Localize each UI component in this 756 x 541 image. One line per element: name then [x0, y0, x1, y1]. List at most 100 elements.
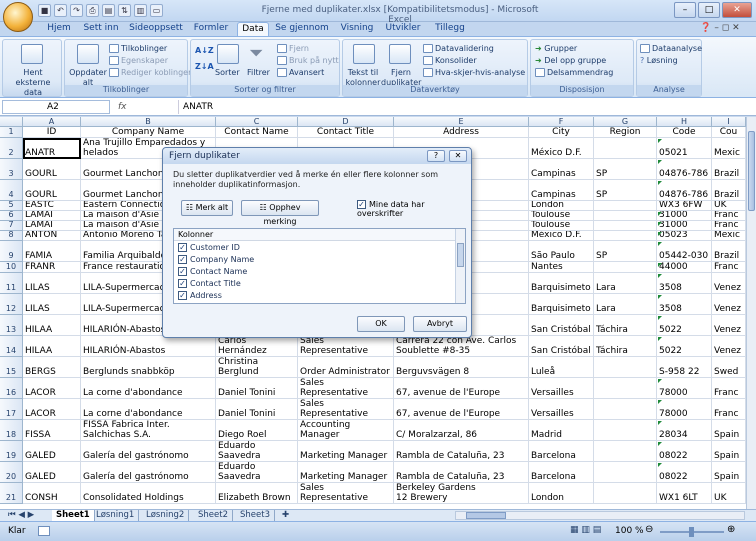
table-cell[interactable]: Barcelona	[529, 441, 594, 462]
table-cell[interactable]: Barquisimeto	[529, 294, 594, 315]
table-cell[interactable]: SP	[594, 241, 657, 262]
list-scrollbar[interactable]	[455, 229, 465, 303]
tab-formler[interactable]: Formler	[190, 22, 232, 36]
row-header[interactable]: 12	[0, 294, 23, 315]
table-cell[interactable]: Sales Representative	[298, 483, 394, 504]
row-header[interactable]: 2	[0, 138, 23, 159]
row-header[interactable]: 20	[0, 462, 23, 483]
header-cell[interactable]: Postal Code	[657, 127, 712, 138]
sheet-nav-icon[interactable]: ⏮ ◀ ▶ ⏭	[4, 510, 48, 530]
table-cell[interactable]: Madrid	[529, 420, 594, 441]
table-cell[interactable]: 3508	[657, 273, 712, 294]
row-header[interactable]: 13	[0, 315, 23, 336]
close-button[interactable]: ✕	[722, 2, 752, 18]
table-cell[interactable]: Marketing Manager	[298, 441, 394, 462]
table-cell[interactable]: Daniel Tonini	[216, 378, 298, 399]
header-cell[interactable]: Contact Name	[216, 127, 298, 138]
table-cell[interactable]: Franc	[712, 221, 746, 231]
table-cell[interactable]: BERGS	[23, 357, 81, 378]
clear-button[interactable]: Fjern	[277, 44, 309, 54]
table-cell[interactable]: UK	[712, 201, 746, 211]
table-cell[interactable]: GALED	[23, 441, 81, 462]
subtotal-button[interactable]: Delsammendrag	[535, 68, 613, 78]
new-sheet-icon[interactable]: ✚	[278, 510, 293, 521]
table-cell[interactable]: Elizabeth Brown	[216, 483, 298, 504]
table-cell[interactable]: Luleå	[529, 357, 594, 378]
sheet-tab-losning2[interactable]: Løsning2	[142, 510, 190, 521]
office-button[interactable]	[3, 2, 33, 32]
zoom-in-icon[interactable]: ⊕	[727, 524, 735, 535]
table-cell[interactable]: Eduardo Saavedra	[216, 441, 298, 462]
table-cell[interactable]: Lara	[594, 273, 657, 294]
tab-se-gjennom[interactable]: Se gjennom	[273, 22, 331, 36]
data-validation-button[interactable]: Datavalidering	[423, 44, 494, 54]
table-cell[interactable]: HILAA	[23, 336, 81, 357]
sheet-tab-sheet1[interactable]: Sheet1	[52, 510, 95, 521]
what-if-button[interactable]: Hva-skjer-hvis-analyse	[423, 68, 525, 78]
table-cell[interactable]: Berglunds snabbköp	[81, 357, 216, 378]
table-cell[interactable]: GOURL	[23, 159, 81, 180]
table-cell[interactable]: Brazil	[712, 180, 746, 201]
table-cell[interactable]: Barquisimeto	[529, 273, 594, 294]
undo-icon[interactable]: ↶	[54, 4, 67, 17]
table-cell[interactable]	[594, 211, 657, 221]
table-cell[interactable]: LILAS	[23, 273, 81, 294]
table-cell[interactable]	[594, 138, 657, 159]
table-cell[interactable]: Spain	[712, 420, 746, 441]
table-cell[interactable]	[594, 399, 657, 420]
table-cell[interactable]: GALED	[23, 462, 81, 483]
table-cell[interactable]: UK	[712, 483, 746, 504]
table-cell[interactable]: HILARIÓN-Abastos	[81, 336, 216, 357]
table-cell[interactable]: LAMAI	[23, 211, 81, 221]
column-header[interactable]: H	[657, 117, 712, 127]
table-cell[interactable]: 5022	[657, 315, 712, 336]
formula-input[interactable]: ANATR	[178, 100, 742, 114]
table-cell[interactable]: 31000	[657, 211, 712, 221]
table-cell[interactable]: La corne d'abondance	[81, 378, 216, 399]
dialog-help-button[interactable]: ?	[427, 150, 445, 162]
table-cell[interactable]: Campinas	[529, 180, 594, 201]
row-header[interactable]: 16	[0, 378, 23, 399]
redo-icon[interactable]: ↷	[70, 4, 83, 17]
table-cell[interactable]: San Cristóbal	[529, 315, 594, 336]
table-cell[interactable]: Berkeley Gardens 12 Brewery	[394, 483, 529, 504]
consolidate-button[interactable]: Konsolider	[423, 56, 477, 66]
table-cell[interactable]: Sales Representative	[298, 399, 394, 420]
table-cell[interactable]: 3508	[657, 294, 712, 315]
column-header[interactable]: A	[23, 117, 81, 127]
table-cell[interactable]: Marketing Manager	[298, 462, 394, 483]
column-header[interactable]: B	[81, 117, 216, 127]
header-cell[interactable]: Address	[394, 127, 529, 138]
table-cell[interactable]: México D.F.	[529, 231, 594, 241]
properties-button[interactable]: Egenskaper	[109, 56, 168, 66]
vertical-scroll-thumb[interactable]	[748, 131, 755, 211]
table-cell[interactable]: Accounting Manager	[298, 420, 394, 441]
table-cell[interactable]: 05442-030	[657, 241, 712, 262]
table-cell[interactable]: HILAA	[23, 315, 81, 336]
table-cell[interactable]: 5022	[657, 336, 712, 357]
table-cell[interactable]: Consolidated Holdings	[81, 483, 216, 504]
table-cell[interactable]: LAMAI	[23, 221, 81, 231]
table-cell[interactable]: GOURL	[23, 180, 81, 201]
table-cell[interactable]: 08022	[657, 462, 712, 483]
table-cell[interactable]: Sales Representative	[298, 378, 394, 399]
table-cell[interactable]: C/ Moralzarzal, 86	[394, 420, 529, 441]
table-cell[interactable]: Galería del gastrónomo	[81, 462, 216, 483]
table-cell[interactable]: FISSA	[23, 420, 81, 441]
tab-utvikler[interactable]: Utvikler	[382, 22, 424, 36]
table-cell[interactable]: Toulouse	[529, 211, 594, 221]
maximize-button[interactable]: □	[698, 2, 720, 18]
column-checkbox[interactable]: ✓ Company Name	[178, 254, 254, 265]
table-cell[interactable]: Berguvsvägen 8	[394, 357, 529, 378]
row-header[interactable]: 9	[0, 241, 23, 262]
column-checkbox[interactable]: ✓ Contact Title	[178, 278, 241, 289]
table-cell[interactable]: Franc	[712, 211, 746, 221]
get-external-data-button[interactable]: Hent eksterne data	[7, 68, 59, 98]
table-cell[interactable]	[594, 462, 657, 483]
columns-list[interactable]: Kolonner ✓ Customer ID ✓ Company Name ✓ Con…	[173, 228, 466, 304]
name-box[interactable]: A2	[2, 100, 110, 114]
edit-links-button[interactable]: Rediger koblinger	[109, 68, 191, 78]
table-cell[interactable]: S-958 22	[657, 357, 712, 378]
tab-sett-inn[interactable]: Sett inn	[80, 22, 122, 36]
table-cell[interactable]: São Paulo	[529, 241, 594, 262]
